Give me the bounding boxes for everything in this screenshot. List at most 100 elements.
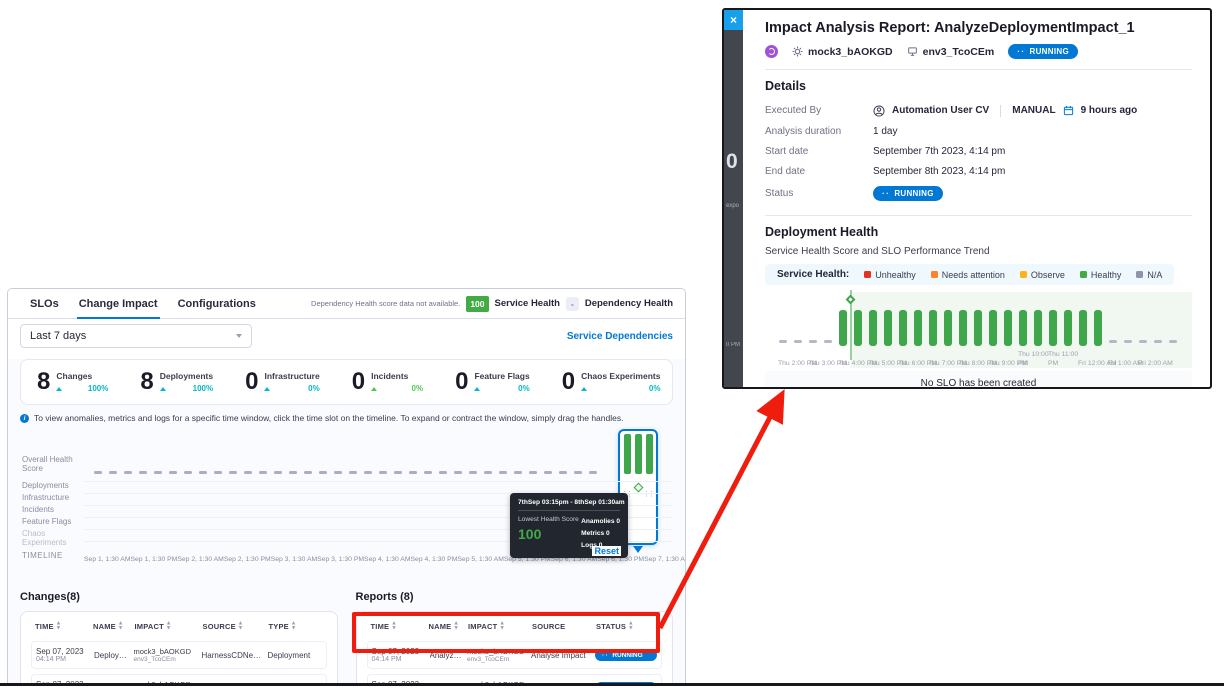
legend-swatch bbox=[1020, 271, 1027, 278]
legend-swatch bbox=[1080, 271, 1087, 278]
na-dash-mark bbox=[229, 471, 237, 474]
cell-name: AnalyzeDeploymentIm... bbox=[430, 651, 468, 660]
time-range-select[interactable]: Last 7 days bbox=[20, 324, 252, 348]
na-dash-mark bbox=[334, 471, 342, 474]
metric-label: Changes bbox=[56, 371, 108, 381]
trend-up-icon bbox=[474, 387, 480, 391]
tab-change-impact[interactable]: Change Impact bbox=[69, 289, 168, 318]
change-timeline: Overall Health ScoreDeploymentsInfrastru… bbox=[8, 431, 685, 569]
deployment-health-subtitle: Service Health Score and SLO Performance… bbox=[765, 246, 1192, 257]
column-header-impact[interactable]: IMPACT▲▼ bbox=[468, 622, 532, 631]
service-health-label: Service Health bbox=[495, 298, 560, 309]
screenshot-canvas: SLOsChange ImpactConfigurations Dependen… bbox=[0, 0, 1224, 688]
status-badge: ··RUNNING bbox=[873, 186, 943, 201]
service-dependencies-link[interactable]: Service Dependencies bbox=[567, 331, 673, 342]
sort-icon: ▲▼ bbox=[392, 622, 396, 630]
column-header-status[interactable]: STATUS▲▼ bbox=[596, 622, 658, 631]
health-bar bbox=[1049, 310, 1057, 346]
no-slo-message: No SLO has been created bbox=[765, 371, 1192, 387]
drawer-overlay-strip: × 0 expo 0 PM bbox=[724, 10, 743, 387]
column-header-source: SOURCE bbox=[532, 622, 596, 631]
column-header-type[interactable]: TYPE▲▼ bbox=[269, 622, 323, 631]
health-na-mark bbox=[779, 340, 787, 343]
metric-value: 8 bbox=[140, 370, 153, 394]
metric-changes: 8Changes100% bbox=[37, 370, 108, 394]
table-row[interactable]: Sep 07, 202304:14 PMDeployment of mock3_… bbox=[31, 641, 327, 669]
cell-impact: mock3_bAOKGDenv3_TcoCEm bbox=[134, 647, 202, 663]
divider bbox=[765, 69, 1192, 70]
metric-label: Feature Flags bbox=[474, 371, 529, 381]
deployment-marker-line bbox=[850, 290, 852, 360]
na-dash-mark bbox=[454, 471, 462, 474]
na-dash-mark bbox=[439, 471, 447, 474]
tooltip-lowest-score: 100 bbox=[518, 526, 579, 542]
tab-slos[interactable]: SLOs bbox=[20, 289, 69, 318]
cell-type: Deployment bbox=[268, 651, 322, 660]
na-dash-mark bbox=[169, 471, 177, 474]
sort-icon: ▲▼ bbox=[167, 622, 171, 630]
cell-impact: mock3_bAOKGDenv3_TcoCEm bbox=[467, 647, 531, 663]
metric-label: Chaos Experiments bbox=[581, 371, 660, 381]
anomalies-icon bbox=[765, 45, 778, 58]
timeline-axis-label: Sep 7, 1:30 AM bbox=[644, 556, 686, 563]
reset-link[interactable]: Reset bbox=[592, 546, 621, 556]
table-row[interactable]: Sep 07, 202304:14 PMAnalyzeDeploymentIm.… bbox=[367, 641, 663, 669]
environment-meta: env3_TcoCEm bbox=[907, 46, 995, 58]
health-score-cluster: Dependency Health score data not availab… bbox=[311, 296, 673, 312]
sort-icon: ▲▼ bbox=[454, 622, 458, 630]
tooltip-time-range: 7thSep 03:15pm - 8thSep 01:30am bbox=[518, 499, 620, 506]
deployment-health-chart: Thu 2:00 PMThu 3:00 PMThu 4:00 PMThu 5:0… bbox=[765, 292, 1192, 368]
status-text: RUNNING bbox=[1030, 47, 1069, 56]
close-button[interactable]: × bbox=[724, 10, 743, 30]
legend-item-observe: Observe bbox=[1020, 270, 1065, 280]
trend-up-icon bbox=[371, 387, 377, 391]
underlying-page-fragment: expo bbox=[726, 203, 739, 209]
dependency-health-label: Dependency Health bbox=[585, 298, 673, 309]
health-na-mark bbox=[1109, 340, 1117, 343]
status-text: RUNNING bbox=[894, 189, 933, 198]
health-bar bbox=[959, 310, 967, 346]
details-heading: Details bbox=[765, 79, 1192, 93]
na-dash-mark bbox=[529, 471, 537, 474]
vertical-divider bbox=[1000, 105, 1001, 117]
timeline-axis-label: Sep 2, 1:30 AM bbox=[177, 556, 223, 563]
metric-value: 0 bbox=[352, 370, 365, 394]
detail-row-status: Status ··RUNNING bbox=[765, 181, 1192, 205]
metric-value: 0 bbox=[562, 370, 575, 394]
na-dash-mark bbox=[274, 471, 282, 474]
column-header-name[interactable]: NAME▲▼ bbox=[93, 622, 135, 631]
column-header-time[interactable]: TIME▲▼ bbox=[35, 622, 93, 631]
na-dash-mark bbox=[589, 471, 597, 474]
na-dash-mark bbox=[574, 471, 582, 474]
timeline-axis-label: Sep 2, 1:30 PM bbox=[224, 556, 271, 563]
start-date: September 7th 2023, 4:14 pm bbox=[873, 146, 1005, 157]
tooltip-stat-metrics: Metrics 0 bbox=[581, 528, 620, 540]
column-header-name[interactable]: NAME▲▼ bbox=[429, 622, 469, 631]
close-icon: × bbox=[730, 13, 737, 27]
metric-label: Infrastructure bbox=[264, 371, 319, 381]
table-header-row: TIME▲▼NAME▲▼IMPACT▲▼SOURCE▲▼TYPE▲▼ bbox=[31, 620, 327, 636]
trend-up-icon bbox=[56, 387, 62, 391]
tab-configurations[interactable]: Configurations bbox=[168, 289, 266, 318]
column-header-source[interactable]: SOURCE▲▼ bbox=[203, 622, 269, 631]
service-health-panel: SLOsChange ImpactConfigurations Dependen… bbox=[7, 288, 686, 684]
sort-icon: ▲▼ bbox=[500, 622, 504, 630]
na-dash-mark bbox=[244, 471, 252, 474]
metric-delta: 0% bbox=[308, 384, 320, 393]
health-na-mark bbox=[1154, 340, 1162, 343]
health-bar bbox=[899, 310, 907, 346]
health-na-mark bbox=[1124, 340, 1132, 343]
metric-value: 8 bbox=[37, 370, 50, 394]
column-header-time[interactable]: TIME▲▼ bbox=[371, 622, 429, 631]
table-header-row: TIME▲▼NAME▲▼IMPACT▲▼SOURCESTATUS▲▼ bbox=[367, 620, 663, 636]
changes-table-title: Changes(8) bbox=[20, 591, 338, 603]
metric-value: 0 bbox=[455, 370, 468, 394]
column-header-impact[interactable]: IMPACT▲▼ bbox=[135, 622, 203, 631]
timeline-row-label-chaos-experiments: Chaos Experiments bbox=[22, 529, 82, 547]
sort-icon: ▲▼ bbox=[629, 622, 633, 630]
filter-row: Last 7 days Service Dependencies bbox=[8, 319, 685, 353]
metric-delta: 0% bbox=[412, 384, 424, 393]
na-dash-mark bbox=[199, 471, 207, 474]
reports-table-block: Reports (8) TIME▲▼NAME▲▼IMPACT▲▼SOURCEST… bbox=[356, 591, 674, 684]
tables-section: Changes(8) TIME▲▼NAME▲▼IMPACT▲▼SOURCE▲▼T… bbox=[20, 591, 673, 684]
